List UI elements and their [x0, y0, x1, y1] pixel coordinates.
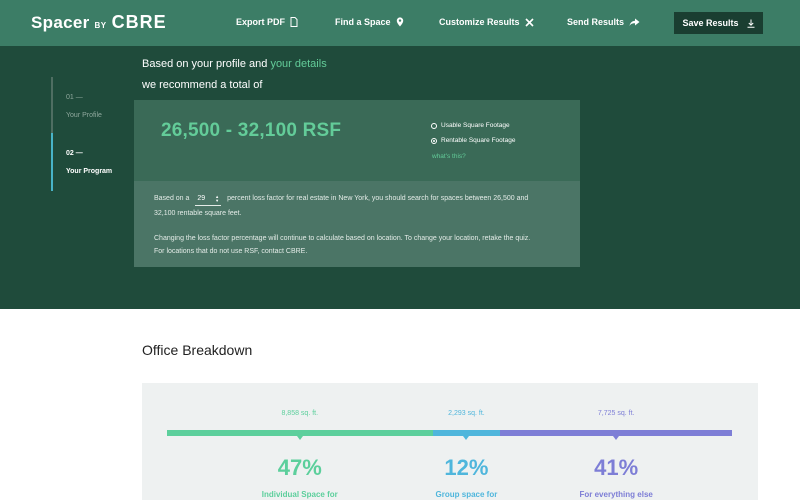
loss-prefix: Based on a: [154, 195, 190, 202]
loss-factor-line-1: Based on a 29 ▲ ▼ percent loss factor for…: [154, 191, 528, 206]
step-progress-active: [51, 133, 53, 191]
find-space-link[interactable]: Find a Space: [335, 17, 404, 27]
share-arrow-icon: [629, 18, 640, 26]
loss-factor-card: Based on a 29 ▲ ▼ percent loss factor for…: [134, 181, 580, 267]
your-details-link[interactable]: your details: [270, 58, 326, 70]
send-results-link[interactable]: Send Results: [567, 17, 640, 27]
loss-factor-line-4: For locations that do not use RSF, conta…: [154, 248, 308, 255]
spacer-logo[interactable]: Spacer BY CBRE: [31, 12, 167, 33]
step-2-number: 02 —: [66, 150, 83, 157]
segment-sqft: 2,293 sq. ft.: [448, 410, 485, 417]
segment-percent: 47%: [277, 455, 322, 480]
export-pdf-label: Export PDF: [236, 17, 286, 27]
logo-word: Spacer: [31, 13, 90, 32]
logo-brand: CBRE: [111, 12, 167, 32]
customize-results-label: Customize Results: [439, 17, 520, 27]
rentable-sqft-option[interactable]: Rentable Square Footage: [431, 137, 515, 144]
loss-factor-value: 29: [197, 195, 206, 202]
segment-label: Individual Space for: [261, 490, 338, 499]
rsf-range-value: 26,500 - 32,100 RSF: [161, 120, 342, 141]
logo-by: BY: [94, 21, 107, 30]
loss-factor-stepper[interactable]: 29 ▲ ▼: [195, 193, 222, 206]
segment-sqft: 8,858 sq. ft.: [281, 410, 319, 417]
loss-suffix: percent loss factor for real estate in N…: [227, 195, 529, 202]
segment-pointer-icon: [613, 436, 620, 440]
segment-label: For everything else: [579, 490, 653, 499]
segment-pointer-icon: [463, 436, 470, 440]
step-your-profile[interactable]: Your Profile: [66, 112, 102, 119]
step-progress-track: [51, 77, 53, 133]
office-breakdown-panel: 8,858 sq. ft. 2,293 sq. ft. 7,725 sq. ft…: [142, 383, 758, 500]
export-pdf-link[interactable]: Export PDF: [236, 17, 298, 27]
tools-icon: [524, 17, 534, 27]
customize-results-link[interactable]: Customize Results: [439, 17, 534, 27]
send-results-label: Send Results: [567, 17, 625, 27]
rsf-recommendation-card: 26,500 - 32,100 RSF Usable Square Footag…: [134, 100, 580, 181]
radio-checked-icon: [431, 137, 437, 144]
map-pin-icon: [396, 17, 403, 27]
whats-this-link[interactable]: what's this?: [432, 153, 466, 160]
segment-percent: 12%: [444, 455, 489, 480]
segment-sqft: 7,725 sq. ft.: [597, 410, 635, 417]
loss-factor-line-2: 32,100 rentable square feet.: [154, 210, 242, 217]
usable-sqft-option[interactable]: Usable Square Footage: [431, 122, 510, 129]
save-results-label: Save Results: [682, 18, 739, 28]
intro-prefix: Based on your profile and: [142, 58, 268, 70]
document-icon: [290, 17, 298, 27]
top-header: Spacer BY CBRE Export PDF Find a Space C…: [0, 0, 800, 46]
results-hero: Based on your profile and your details w…: [0, 46, 800, 309]
stepper-arrows-icon[interactable]: ▲ ▼: [215, 195, 219, 203]
segment-percent: 41%: [594, 455, 639, 480]
segment-pointer-icon: [296, 436, 303, 440]
step-your-program[interactable]: Your Program: [66, 168, 112, 175]
intro-line-2: we recommend a total of: [142, 79, 263, 91]
usable-sqft-label: Usable Square Footage: [441, 122, 510, 129]
save-results-button[interactable]: Save Results: [674, 12, 763, 34]
segment-label: Group space for: [435, 490, 498, 499]
find-space-label: Find a Space: [335, 17, 391, 27]
rentable-sqft-label: Rentable Square Footage: [441, 137, 516, 144]
intro-line-1: Based on your profile and your details: [142, 58, 327, 70]
download-icon: [747, 19, 755, 28]
office-breakdown-title: Office Breakdown: [142, 342, 253, 358]
step-1-number: 01 —: [66, 94, 83, 101]
radio-unchecked-icon: [431, 122, 437, 129]
